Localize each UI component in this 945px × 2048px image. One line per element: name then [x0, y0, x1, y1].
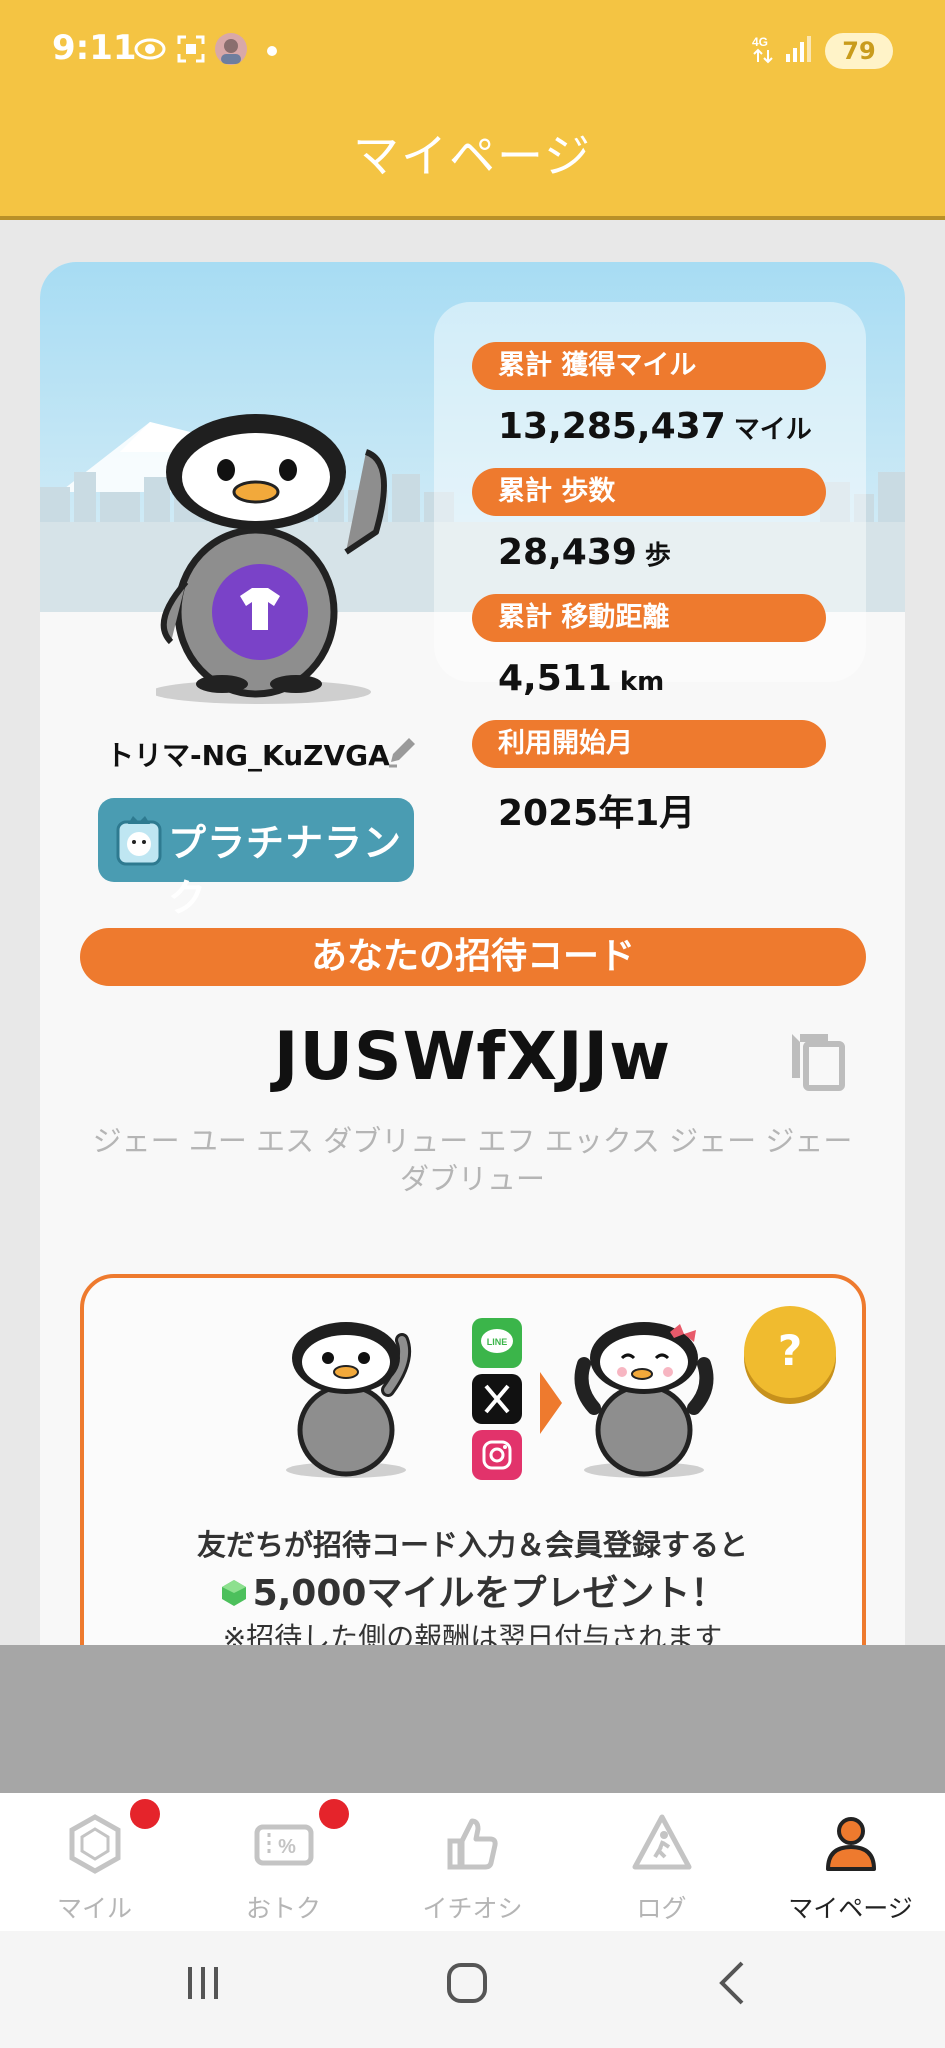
stat-number: 28,439	[498, 532, 637, 573]
stat-number: 2025年1月	[498, 793, 696, 834]
line-icon: LINE	[472, 1318, 522, 1368]
status-time: 9:11	[52, 28, 137, 68]
eye-icon	[134, 38, 166, 60]
green-gem-icon	[221, 1580, 246, 1606]
nav-item-log[interactable]: ログ	[567, 1793, 756, 1931]
home-icon[interactable]	[432, 1953, 502, 2013]
stat-number: 13,285,437	[498, 406, 726, 447]
rank-crown-icon	[116, 816, 162, 866]
notification-badge	[130, 1799, 160, 1829]
referral-description: 友だちが招待コード入力＆会員登録すると	[196, 1528, 748, 1562]
walking-log-icon	[632, 1814, 692, 1870]
edit-pencil-icon[interactable]	[385, 734, 421, 770]
nav-item-miles[interactable]: マイル	[0, 1793, 189, 1931]
rank-label: プラチナランク	[168, 821, 403, 920]
back-icon[interactable]	[698, 1953, 768, 2013]
stat-value-total-distance: 4,511 km	[498, 658, 664, 699]
rank-badge: プラチナランク	[98, 798, 414, 920]
avatar-icon	[215, 33, 247, 65]
nav-label: マイル	[56, 1894, 132, 1923]
gem-icon	[69, 1814, 121, 1874]
person-icon	[826, 1817, 876, 1871]
nav-item-deals[interactable]: % おトク	[189, 1793, 378, 1931]
stat-value-total-steps: 28,439 歩	[498, 532, 671, 573]
invite-code-reading: ジェー ユー エス ダブリュー エフ エックス ジェー ジェー ダブリュー	[92, 1124, 853, 1196]
signal-icon	[786, 36, 811, 62]
nav-label: イチオシ	[422, 1894, 523, 1923]
battery-indicator: 79	[825, 33, 893, 69]
page-title: マイページ	[352, 129, 593, 183]
nav-label: ログ	[636, 1894, 687, 1923]
nav-label: マイページ	[788, 1894, 913, 1923]
notification-badge	[319, 1799, 349, 1829]
arrow-right-icon	[540, 1372, 562, 1434]
help-button[interactable]: ?	[744, 1306, 836, 1398]
thumbs-up-icon	[447, 1818, 498, 1870]
profile-card: 累計 獲得マイル 13,285,437 マイル 累計 歩数 28,439 歩 累計 …	[40, 262, 905, 1702]
penguin-inviter	[286, 1322, 412, 1478]
nav-item-recommend[interactable]: イチオシ	[378, 1793, 567, 1931]
recent-apps-icon[interactable]	[168, 1953, 238, 2013]
coupon-icon: %	[254, 1824, 314, 1866]
stat-unit: マイル	[733, 415, 812, 445]
stat-value-start-month: 2025年1月	[498, 784, 695, 836]
instagram-icon	[472, 1430, 522, 1480]
penguin-mascot	[156, 414, 387, 704]
nav-label: おトク	[245, 1894, 321, 1923]
line-logo-text: LINE	[487, 1337, 508, 1347]
bottom-nav: マイル % おトク イチオシ ログ マイページ	[0, 1793, 945, 1931]
stat-value-total-miles: 13,285,437 マイル	[498, 406, 812, 447]
stat-label-total-steps: 累計 歩数	[472, 468, 826, 516]
nav-item-mypage[interactable]: マイページ	[756, 1793, 945, 1931]
stat-unit: km	[619, 667, 665, 697]
network-icon: 4G	[752, 35, 773, 64]
app-header: 9:11 4G 79 マイページ	[0, 0, 945, 220]
penguin-friend	[574, 1322, 714, 1478]
invite-code-heading: あなたの招待コード	[80, 928, 866, 986]
stat-unit: 歩	[644, 541, 671, 571]
stat-label-total-distance: 累計 移動距離	[472, 594, 826, 642]
stat-number: 4,511	[498, 658, 612, 699]
ad-placeholder	[0, 1645, 945, 1793]
username: トリマ-NG_KuZVGA	[106, 739, 390, 772]
referral-reward: 5,000マイルをプレゼント！	[40, 1564, 905, 1616]
svg-text:%: %	[278, 1836, 296, 1858]
invite-code[interactable]: JUSWfXJJw	[40, 1018, 905, 1095]
dot-icon	[267, 46, 277, 56]
x-icon	[472, 1374, 522, 1424]
referral-reward-text: 5,000マイルをプレゼント！	[252, 1573, 727, 1614]
stat-label-total-miles: 累計 獲得マイル	[472, 342, 826, 390]
screenshot-icon	[177, 35, 205, 63]
copy-icon[interactable]	[786, 1026, 848, 1092]
system-nav-bar	[0, 1931, 945, 2048]
stat-label-start-month: 利用開始月	[472, 720, 826, 768]
svg-text:4G: 4G	[752, 35, 768, 49]
